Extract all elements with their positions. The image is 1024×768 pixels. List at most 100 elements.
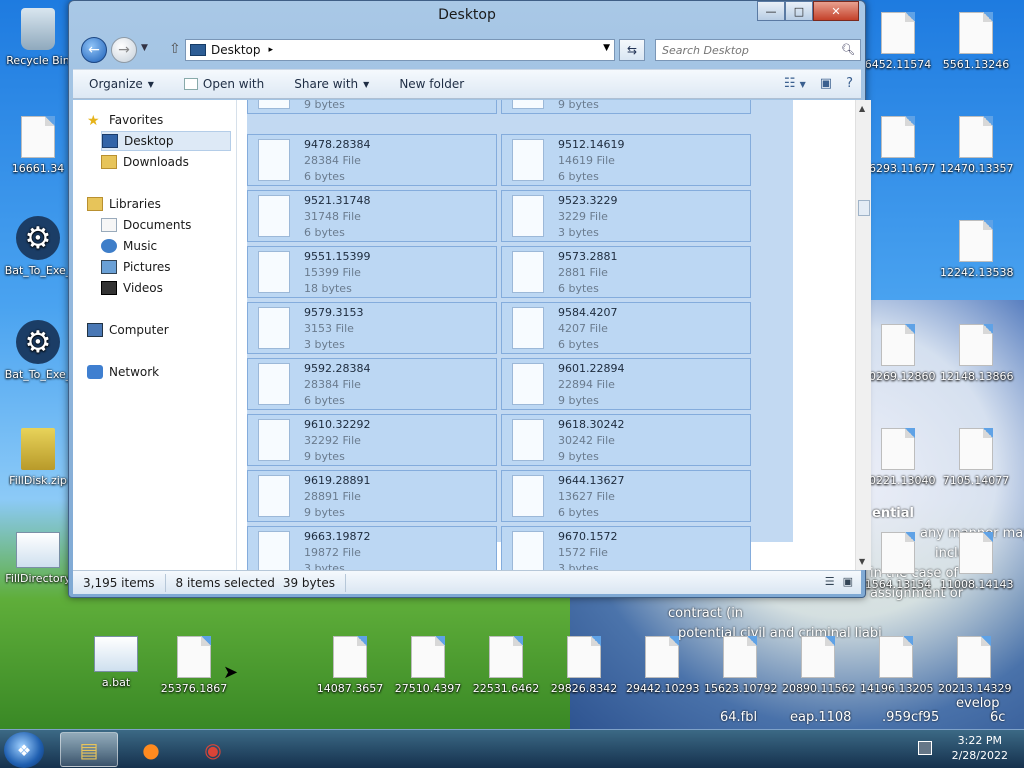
desktop-icon-file[interactable]: 29442.10293	[626, 636, 700, 695]
network-status-icon[interactable]	[918, 741, 932, 755]
open-with-button[interactable]: Open with	[183, 77, 265, 91]
details-view-icon[interactable]: ☰	[825, 575, 835, 588]
desktop-icon-file[interactable]: 5561.13246	[940, 12, 1012, 71]
file-tile[interactable]: 9644.13627 13627 File 6 bytes	[501, 470, 751, 522]
search-input[interactable]	[655, 39, 861, 61]
up-button[interactable]: ⇧	[169, 41, 181, 57]
desktop-icon-file[interactable]: 26293.11677	[862, 116, 935, 175]
nav-pictures[interactable]: Pictures	[101, 257, 171, 277]
nav-music[interactable]: Music	[101, 236, 157, 256]
desktop-icon-recycle-bin[interactable]: Recycle Bin	[2, 8, 74, 67]
desktop-icon-file[interactable]: 29826.8342	[548, 636, 620, 695]
file-tile[interactable]: 9584.4207 4207 File 6 bytes	[501, 302, 751, 354]
file-tile[interactable]: 9579.3153 3153 File 3 bytes	[247, 302, 497, 354]
file-tile[interactable]: 19820 File9 bytes	[501, 100, 751, 114]
file-tile[interactable]: 9592.28384 28384 File 6 bytes	[247, 358, 497, 410]
scroll-up-icon[interactable]: ▲	[859, 104, 865, 113]
minimize-button[interactable]: —	[757, 1, 785, 21]
refresh-button[interactable]: ⇆	[619, 39, 645, 61]
file-tile[interactable]: 9663.19872 19872 File 3 bytes	[247, 526, 497, 570]
file-tile[interactable]: 9601.22894 22894 File 9 bytes	[501, 358, 751, 410]
close-button[interactable]: ✕	[813, 1, 859, 21]
nav-downloads[interactable]: Downloads	[101, 152, 189, 172]
nav-videos[interactable]: Videos	[101, 278, 163, 298]
title-bar[interactable]: Desktop — □ ✕	[69, 1, 865, 31]
desktop-icon-file[interactable]: 20213.14329	[938, 636, 1011, 695]
desktop-icon-filldisk[interactable]: FillDisk.zip	[2, 428, 74, 487]
address-dropdown[interactable]: ▼	[603, 43, 610, 53]
taskbar-explorer-button[interactable]: ▤	[60, 732, 118, 767]
new-folder-button[interactable]: New folder	[399, 77, 464, 91]
file-tile[interactable]: 9618.30242 30242 File 9 bytes	[501, 414, 751, 466]
file-size: 9 bytes	[304, 450, 345, 463]
desktop-icon-file[interactable]: 1564.13154	[862, 532, 934, 591]
file-tile[interactable]: 9619.28891 28891 File 9 bytes	[247, 470, 497, 522]
nav-computer[interactable]: Computer	[87, 320, 169, 340]
desktop-icon-file[interactable]: 20269.12860	[862, 324, 935, 383]
nav-documents[interactable]: Documents	[101, 215, 191, 235]
forward-button[interactable]: →	[111, 37, 137, 63]
file-tile[interactable]: 9573.2881 2881 File 6 bytes	[501, 246, 751, 298]
desktop-icon-file[interactable]: 27510.4397	[392, 636, 464, 695]
share-with-button[interactable]: Share with ▼	[294, 77, 369, 91]
organize-button[interactable]: Organize ▼	[89, 77, 154, 91]
file-tile[interactable]: 9521.31748 31748 File 6 bytes	[247, 190, 497, 242]
nav-network[interactable]: Network	[87, 362, 159, 382]
taskbar-firefox-button[interactable]: ●	[122, 732, 180, 767]
taskbar-chrome-button[interactable]: ◉	[184, 732, 242, 767]
desktop-icon-file[interactable]: 15623.10792	[704, 636, 777, 695]
open-with-label: Open with	[202, 77, 265, 91]
desktop-icon-file[interactable]: 12242.13538	[940, 220, 1013, 279]
selected-size: 39 bytes	[279, 573, 346, 592]
desktop-icon-label: 29442.10293	[626, 682, 700, 695]
desktop-icon-file[interactable]: 14087.3657	[314, 636, 386, 695]
explorer-window[interactable]: Desktop — □ ✕ ← → ▼ ⇧ Desktop ▸ ▼ ⇆ 🔍︎ O…	[68, 0, 871, 598]
scrollbar-thumb[interactable]	[858, 200, 870, 216]
change-view-button[interactable]: ☷ ▼	[784, 76, 806, 91]
desktop-icon-file[interactable]: 14196.13205	[860, 636, 933, 695]
recent-pages-dropdown[interactable]: ▼	[141, 43, 148, 53]
desktop-icon-file[interactable]: 6452.11574	[862, 12, 934, 71]
desktop-icon-file[interactable]: 25376.1867	[158, 636, 230, 695]
file-name: 9551.15399	[304, 250, 371, 263]
file-tile[interactable]: 9610.32292 32292 File 9 bytes	[247, 414, 497, 466]
desktop-icon-file[interactable]: 20221.13040	[862, 428, 935, 487]
start-button[interactable]: ❖	[4, 732, 44, 768]
nav-libraries[interactable]: Libraries	[87, 194, 161, 214]
search-icon[interactable]: 🔍︎	[841, 43, 855, 56]
desktop-icon-a-bat[interactable]: a.bat	[80, 636, 152, 689]
file-icon	[512, 363, 544, 405]
recycle-bin-icon	[21, 8, 55, 50]
preview-pane-button[interactable]: ▣	[820, 76, 832, 91]
file-tile[interactable]: 9670.1572 1572 File 3 bytes	[501, 526, 751, 570]
desktop-icon-bat-to-exe[interactable]: ⚙ Bat_To_Exe_	[2, 320, 74, 381]
desktop-icon-file[interactable]: 12470.13357	[940, 116, 1013, 175]
file-tile[interactable]: 9523.3229 3229 File 3 bytes	[501, 190, 751, 242]
breadcrumb-separator[interactable]: ▸	[269, 45, 274, 55]
desktop-icon-file[interactable]: 12148.13866	[940, 324, 1013, 383]
file-tile[interactable]: 9512.14619 14619 File 6 bytes	[501, 134, 751, 186]
vertical-scrollbar[interactable]: ▲ ▼	[855, 100, 871, 570]
file-tile[interactable]: 9478.28384 28384 File 6 bytes	[247, 134, 497, 186]
desktop-icon-file[interactable]: 11008.14143	[940, 532, 1013, 591]
address-bar[interactable]: Desktop ▸ ▼	[185, 39, 615, 61]
help-button[interactable]: ?	[846, 76, 853, 91]
nav-favorites[interactable]: ★ Favorites	[87, 110, 163, 130]
large-icons-view-icon[interactable]: ▣	[843, 575, 853, 588]
file-list-view[interactable]: 25910 File9 bytes 19820 File9 bytes 9478…	[237, 100, 855, 570]
desktop-icon-file[interactable]: 7105.14077	[940, 428, 1012, 487]
desktop-icon-file[interactable]: 22531.6462	[470, 636, 542, 695]
address-location[interactable]: Desktop	[211, 43, 261, 57]
file-type: 31748 File	[304, 210, 361, 223]
back-button[interactable]: ←	[81, 37, 107, 63]
desktop-icon-file[interactable]: 16661.34	[2, 116, 74, 175]
file-tile[interactable]: 9551.15399 15399 File 18 bytes	[247, 246, 497, 298]
nav-desktop[interactable]: Desktop	[101, 131, 231, 151]
maximize-button[interactable]: □	[785, 1, 813, 21]
desktop-icon-bat-to-exe[interactable]: ⚙ Bat_To_Exe_	[2, 216, 74, 277]
desktop-icon-filldirectory[interactable]: FillDirectory	[2, 532, 74, 585]
file-tile[interactable]: 25910 File9 bytes	[247, 100, 497, 114]
desktop-icon-file[interactable]: 20890.11562	[782, 636, 855, 695]
system-clock[interactable]: 3:22 PM 2/28/2022	[952, 733, 1008, 763]
scroll-down-icon[interactable]: ▼	[859, 557, 865, 566]
